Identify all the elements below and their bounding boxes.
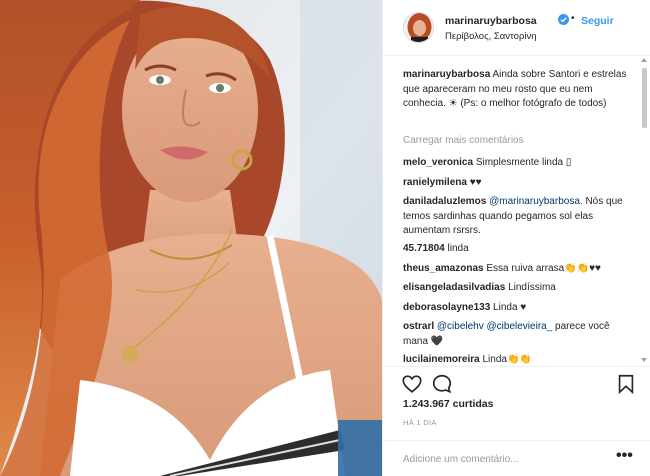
post-header: marinaruybarbosa • Seguir Περίβολος, Σαν… [383, 0, 650, 56]
comment-text: Linda👏👏 [482, 354, 532, 365]
instagram-post: marinaruybarbosa • Seguir Περίβολος, Σαν… [0, 0, 650, 476]
scroll-thumb[interactable] [642, 68, 647, 128]
comment-text: Lindíssima [508, 282, 556, 293]
more-options-icon[interactable]: ••• [616, 447, 633, 465]
avatar[interactable] [403, 12, 434, 43]
comment-item: daniladaluzlemos @marinaruybarbosa. Nós … [403, 195, 635, 239]
comments-list: marinaruybarbosa Ainda sobre Santori e e… [383, 57, 650, 366]
comment-username[interactable]: ostrarl [403, 321, 434, 332]
comment-username[interactable]: ranielymilena [403, 177, 467, 188]
comment-text: Essa ruiva arrasa👏👏♥♥ [486, 263, 601, 274]
comment-username[interactable]: 45.71804 [403, 243, 445, 254]
follow-button[interactable]: Seguir [581, 15, 614, 27]
post-caption: marinaruybarbosa Ainda sobre Santori e e… [403, 68, 635, 112]
comment-username[interactable]: daniladaluzlemos [403, 196, 486, 207]
post-timestamp: HÁ 1 DIA [403, 418, 437, 427]
post-photo[interactable] [0, 0, 382, 476]
comment-mention[interactable]: @marinaruybarbosa [489, 196, 580, 207]
location-link[interactable]: Περίβολος, Σαντορίνη [445, 31, 537, 42]
likes-count[interactable]: 1.243.967 curtidas [403, 398, 493, 410]
comment-username[interactable]: lucilainemoreira [403, 354, 480, 365]
header-separator: • [571, 13, 575, 24]
comment-text: Simplesmente linda ▯ [475, 157, 572, 168]
scroll-down-arrow-icon[interactable] [641, 358, 647, 362]
comment-item: theus_amazonas Essa ruiva arrasa👏👏♥♥ [403, 262, 635, 277]
post-sidebar: marinaruybarbosa • Seguir Περίβολος, Σαν… [382, 0, 650, 476]
comment-text: linda [447, 243, 469, 254]
comment-item: ostrarl @cibelehv @cibelevieira_ parece … [403, 320, 635, 349]
comment-text: Linda ♥ [493, 302, 527, 313]
comment-username[interactable]: deborasolayne133 [403, 302, 490, 313]
comment-item: melo_veronica Simplesmente linda ▯ [403, 156, 635, 171]
comment-item: elisangeladasilvadias Lindíssima [403, 281, 635, 296]
comment-item: deborasolayne133 Linda ♥ [403, 301, 635, 316]
comment-username[interactable]: melo_veronica [403, 157, 473, 168]
comment-text: ♥♥ [469, 177, 482, 188]
comment-mention[interactable]: @cibelehv [437, 321, 484, 332]
avatar-image [404, 13, 433, 42]
verified-badge-icon [558, 14, 569, 25]
add-comment-bar: ••• [383, 440, 650, 476]
portrait-illustration [0, 0, 382, 476]
bookmark-icon[interactable] [615, 373, 637, 395]
comment-item: ranielymilena ♥♥ [403, 176, 635, 191]
comment-item: 45.71804 linda [403, 242, 635, 257]
caption-username[interactable]: marinaruybarbosa [403, 69, 490, 80]
header-username[interactable]: marinaruybarbosa [445, 15, 537, 27]
add-comment-input[interactable] [403, 450, 603, 468]
comments-scrollbar[interactable] [641, 58, 648, 364]
comment-bubble-icon[interactable] [431, 373, 453, 395]
heart-icon[interactable] [401, 373, 423, 395]
comment-username[interactable]: elisangeladasilvadias [403, 282, 505, 293]
comment-username[interactable]: theus_amazonas [403, 263, 484, 274]
action-bar [383, 366, 650, 396]
comment-mention[interactable]: @cibelevieira_ [487, 321, 553, 332]
comment-item: lucilainemoreira Linda👏👏 [403, 353, 635, 366]
scroll-up-arrow-icon[interactable] [641, 58, 647, 62]
load-more-comments-button[interactable]: Carregar mais comentários [403, 135, 524, 146]
